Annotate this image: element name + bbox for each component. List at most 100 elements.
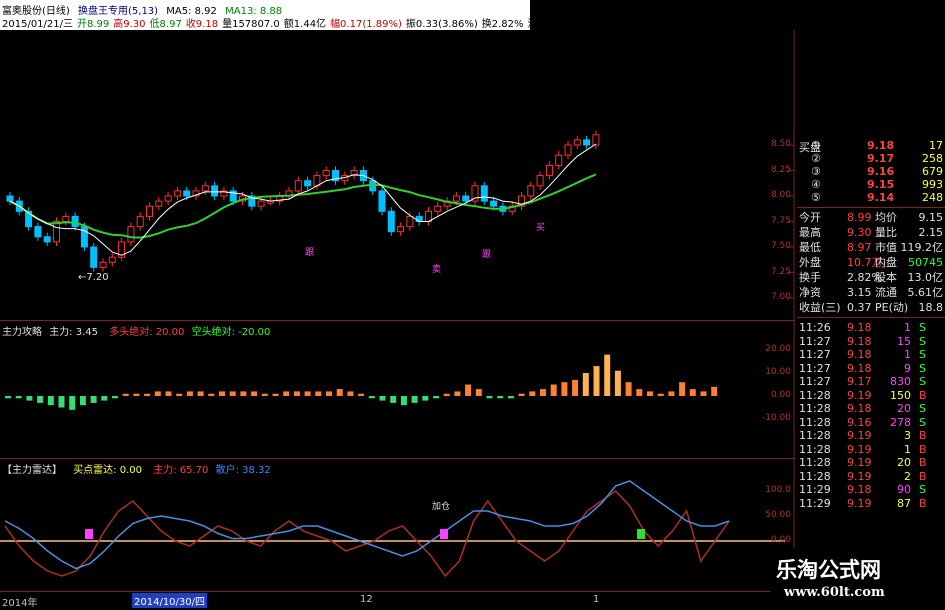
date-axis: 2014年 2014/10/30/四 12 1 xyxy=(0,591,795,610)
candle-body xyxy=(378,190,386,212)
tick-volume: 2 xyxy=(904,469,911,483)
sell-signal-label: 卖 xyxy=(432,265,442,275)
histogram-bar xyxy=(711,386,718,396)
tick-volume: 278 xyxy=(890,415,911,429)
histogram-bar xyxy=(197,391,204,396)
tick-time: 11:28 xyxy=(799,402,831,415)
quote-key: 流通 xyxy=(875,286,897,299)
candle-body xyxy=(164,195,172,202)
quote-value: 50745 xyxy=(908,256,943,269)
candle-body xyxy=(406,215,414,228)
candle-body xyxy=(397,226,405,233)
price-tick-label: 8.25 xyxy=(770,164,791,175)
histogram-bar xyxy=(122,393,129,396)
quote-key: 收益(三) xyxy=(799,301,841,314)
tick-time: 11:28 xyxy=(799,442,831,456)
tick-volume: 150 xyxy=(890,388,911,402)
quote-key: 量比 xyxy=(875,226,897,239)
candle-body xyxy=(452,195,460,202)
histogram-bar xyxy=(240,391,247,396)
candle-body xyxy=(564,144,572,156)
tick-row: 11:28 9.16 278 S xyxy=(797,416,945,429)
order-volume: 17 xyxy=(929,139,943,152)
tick-side: S xyxy=(919,321,926,334)
histogram-bar xyxy=(208,393,215,396)
date-label-cursor[interactable]: 2014/10/30/四 xyxy=(132,593,208,608)
quote-row: 净资 3.15 流通 5.61亿 xyxy=(797,286,945,299)
candlestick-chart[interactable]: 8.50 8.25 8.00 7.75 7.50 7.25 7.00 ←7.20 买 卖 跟… xyxy=(0,30,795,320)
candle-body xyxy=(99,261,107,268)
follow-tag-2: 跟 xyxy=(482,250,492,260)
candle-body xyxy=(434,205,442,212)
tick-row: 11:28 9.18 20 S xyxy=(797,402,945,415)
order-volume: 993 xyxy=(922,178,943,191)
quote-value: 3.15 xyxy=(847,286,872,299)
histogram-bar xyxy=(5,396,11,399)
watermark-url: www.60lt.com xyxy=(784,585,885,600)
histogram-bar xyxy=(154,391,161,396)
histogram-bar xyxy=(379,396,386,401)
order-price: 9.18 xyxy=(867,139,895,152)
histogram-bar xyxy=(593,366,600,396)
tick-volume: 90 xyxy=(897,483,911,496)
order-volume: 248 xyxy=(922,191,943,204)
chart-header: 富奥股份(日线) 换盘王专用(5,13) MA5: 8.92 MA13: 8.8… xyxy=(0,0,624,30)
candle-body xyxy=(555,154,563,166)
candle-body xyxy=(146,205,153,217)
tick-price: 9.18 xyxy=(847,321,872,334)
order-price: 9.15 xyxy=(867,178,895,191)
price-tick-label: 8.50 xyxy=(770,139,791,149)
quote-info-item: 量157807.0 xyxy=(222,19,280,30)
histogram-bar xyxy=(358,393,365,396)
quote-key: 换手 xyxy=(799,271,821,284)
tick-volume: 830 xyxy=(890,375,911,388)
quote-info-item: 汽车配件 xyxy=(583,19,624,30)
candlestick-svg[interactable] xyxy=(0,30,795,320)
histogram-bar xyxy=(347,391,354,396)
order-price: 9.17 xyxy=(867,152,895,165)
histogram-bar xyxy=(37,396,44,403)
quote-info-item: 高9.30 xyxy=(113,19,146,30)
indicator2-tick-label: 100.0 xyxy=(765,485,791,495)
candle-body xyxy=(573,139,581,146)
tick-price: 9.18 xyxy=(847,402,872,415)
quote-row: 最高 9.30 量比 2.15 xyxy=(797,226,945,239)
quote-value: 9.15 xyxy=(918,211,944,224)
histogram-bar xyxy=(219,391,225,396)
quote-key: 股本 xyxy=(875,271,897,284)
indicator1-tick-label: 20.00 xyxy=(765,344,791,354)
candle-body xyxy=(583,139,591,146)
histogram-bar xyxy=(90,396,97,403)
indicator1-tick-label: -10.00 xyxy=(761,413,791,423)
histogram-bar xyxy=(336,389,343,396)
tick-side: S xyxy=(919,334,926,348)
histogram-bar xyxy=(572,379,579,396)
quote-value: 18.8 xyxy=(918,301,944,314)
candle-body xyxy=(257,200,265,207)
candle-body xyxy=(211,185,219,197)
candle-body xyxy=(43,236,51,243)
tick-row: 11:26 9.18 1 S xyxy=(797,321,945,334)
candle-body xyxy=(294,180,302,192)
order-volume: 679 xyxy=(922,165,943,178)
indicator-panel-radar[interactable]: 【主力雷达】 买点雷达: 0.00 主力: 65.70 散户: 38.32 10… xyxy=(0,458,795,592)
histogram-bar xyxy=(689,389,696,396)
tick-row: 11:28 9.19 1 B xyxy=(797,443,945,456)
tick-side: S xyxy=(919,402,926,415)
order-book-row: ④ 9.15 993 xyxy=(797,178,945,191)
quote-key: 市值 xyxy=(875,241,897,254)
quote-key: 今开 xyxy=(799,211,821,224)
tick-side: B xyxy=(919,388,927,402)
indicator-panel-main-force[interactable]: 主力攻略 主力: 3.45 多头绝对: 20.00 空头绝对: -20.00 2… xyxy=(0,320,795,459)
quote-key: 净资 xyxy=(799,286,821,299)
candle-body xyxy=(304,180,312,187)
candle-body xyxy=(62,215,70,222)
candle-body xyxy=(536,175,544,187)
quote-value: 2.15 xyxy=(918,226,944,239)
histogram-bar xyxy=(400,396,407,406)
indicator1-tick-label: 10.00 xyxy=(765,367,791,377)
quote-row: 最低 8.97 市值 119.2亿 xyxy=(797,241,945,254)
order-price: 9.14 xyxy=(867,191,895,204)
quote-side-panel: 买盘 ① 9.18 17 ② 9.17 258 ③ 9.16 679 ④ 9.15 993 ⑤ 9.14 2… xyxy=(797,135,945,609)
date-label-jan: 1 xyxy=(593,594,600,605)
